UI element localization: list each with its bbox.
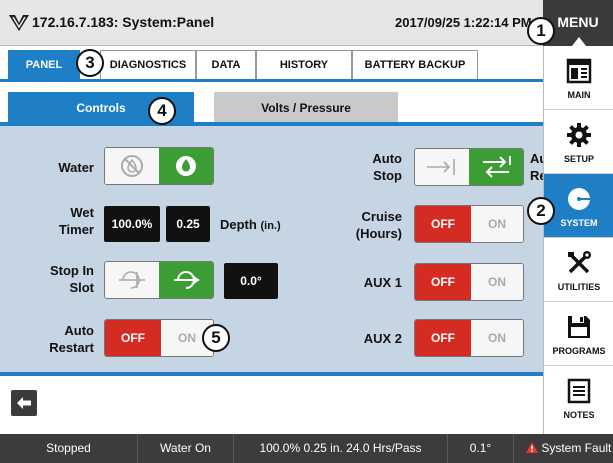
- notes-icon: [567, 378, 591, 404]
- sidebar-item-notes[interactable]: NOTES: [544, 366, 613, 430]
- aux2-on: ON: [471, 320, 523, 356]
- stop-line-off-icon: [427, 159, 455, 175]
- aux2-label: AUX 2: [363, 331, 402, 346]
- status-bar: Stopped Water On 100.0% 0.25 in. 24.0 Hr…: [0, 434, 613, 463]
- sidebar-item-main[interactable]: MAIN: [544, 46, 613, 110]
- auto-stop-toggle[interactable]: [414, 148, 524, 186]
- tools-icon: [568, 251, 591, 274]
- sidebar-item-system-label: SYSTEM: [560, 218, 598, 228]
- datetime: 2017/09/25 1:22:14 PM: [395, 15, 532, 30]
- menu-label: MENU: [557, 14, 599, 30]
- callout-3: 3: [76, 49, 104, 77]
- status-info: 100.0% 0.25 in. 24.0 Hrs/Pass: [234, 434, 448, 463]
- gear-icon: [567, 123, 591, 147]
- water-off-icon: [121, 155, 143, 177]
- lower-area: [0, 376, 543, 434]
- water-off-half: [105, 148, 159, 184]
- cruise-on: ON: [471, 206, 523, 242]
- sidebar-item-setup[interactable]: SETUP: [544, 110, 613, 174]
- sidebar-item-programs[interactable]: PROGRAMS: [544, 302, 613, 366]
- reverse-arrows-icon: [483, 156, 511, 178]
- depth-label-text: Depth: [220, 217, 257, 232]
- sidebar-item-utilities[interactable]: UTILITIES: [544, 238, 613, 302]
- caret-up-icon: [572, 37, 586, 46]
- aux1-off: OFF: [415, 264, 471, 300]
- auto-stop-label: Auto Stop: [372, 151, 402, 183]
- logo-icon: [9, 15, 29, 31]
- status-fault[interactable]: System Fault: [514, 434, 613, 463]
- subtab-volts-pressure[interactable]: Volts / Pressure: [214, 92, 398, 124]
- controls-panel: Water Wet Timer 100.0% 0.25 Depth (in.) …: [0, 126, 543, 376]
- save-icon: [568, 316, 590, 338]
- tab-history[interactable]: HISTORY: [256, 50, 352, 80]
- auto-stop-off-half: [415, 149, 469, 185]
- auto-restart-off: OFF: [105, 320, 161, 356]
- sidebar-menu: MAIN SETUP SYSTEM UTILITIES PROGRAMS NOT…: [543, 46, 613, 434]
- wet-timer-percent-field[interactable]: 100.0%: [104, 206, 160, 242]
- status-angle: 0.1°: [448, 434, 514, 463]
- water-drop-icon: [176, 156, 196, 176]
- title-bar: 172.16.7.183: System:Panel 2017/09/25 1:…: [0, 0, 613, 46]
- stop-in-slot-label: Stop In Slot: [49, 263, 94, 295]
- system-icon: [568, 188, 591, 210]
- aux2-toggle[interactable]: OFF ON: [414, 319, 524, 357]
- arrow-left-icon: [17, 397, 31, 409]
- auto-stop-on-half: [469, 149, 523, 185]
- water-label: Water: [58, 160, 94, 175]
- depth-label: Depth (in.): [220, 216, 281, 235]
- callout-2: 2: [527, 197, 555, 225]
- depth-unit: (in.): [260, 220, 281, 232]
- auto-restart-label: Auto Restart: [49, 323, 94, 355]
- menu-button[interactable]: MENU: [543, 0, 613, 46]
- stop-in-slot-on-half: [159, 262, 213, 298]
- tab-panel[interactable]: PANEL: [8, 50, 80, 80]
- slot-off-icon: [119, 271, 145, 289]
- depth-field[interactable]: 0.25: [166, 206, 210, 242]
- aux1-label: AUX 1: [363, 275, 402, 290]
- water-on-half: [159, 148, 213, 184]
- main-icon: [566, 58, 592, 84]
- status-state: Stopped: [0, 434, 138, 463]
- water-toggle[interactable]: [104, 147, 214, 185]
- stop-in-slot-off-half: [105, 262, 159, 298]
- window-title: 172.16.7.183: System:Panel: [32, 14, 215, 30]
- sidebar-item-main-label: MAIN: [567, 90, 591, 100]
- aux2-off: OFF: [415, 320, 471, 356]
- sidebar-item-utilities-label: UTILITIES: [557, 282, 601, 292]
- aux1-toggle[interactable]: OFF ON: [414, 263, 524, 301]
- stop-in-slot-angle-field[interactable]: 0.0°: [224, 263, 278, 299]
- back-button[interactable]: [11, 390, 37, 416]
- sidebar-item-programs-label: PROGRAMS: [552, 346, 606, 356]
- cruise-off: OFF: [415, 206, 471, 242]
- sidebar-item-setup-label: SETUP: [563, 154, 594, 164]
- warning-icon: [526, 442, 538, 453]
- tab-data[interactable]: DATA: [196, 50, 256, 80]
- tab-diagnostics[interactable]: DIAGNOSTICS: [100, 50, 196, 80]
- callout-1: 1: [527, 17, 555, 45]
- slot-on-icon: [174, 271, 200, 289]
- cruise-label: Cruise (Hours): [355, 209, 402, 241]
- cruise-toggle[interactable]: OFF ON: [414, 205, 524, 243]
- stop-in-slot-toggle[interactable]: [104, 261, 214, 299]
- status-water: Water On: [138, 434, 234, 463]
- callout-4: 4: [148, 97, 176, 125]
- auto-restart-toggle[interactable]: OFF ON: [104, 319, 214, 357]
- auto-reverse-label-cut: Au Re: [530, 151, 543, 183]
- wet-timer-label: Wet Timer: [58, 205, 94, 237]
- aux1-on: ON: [471, 264, 523, 300]
- sidebar-item-notes-label: NOTES: [563, 410, 595, 420]
- callout-5: 5: [202, 324, 230, 352]
- subtab-bar: Controls Volts / Pressure: [0, 82, 543, 126]
- status-fault-text: System Fault: [541, 441, 612, 455]
- tab-battery-backup[interactable]: BATTERY BACKUP: [352, 50, 478, 80]
